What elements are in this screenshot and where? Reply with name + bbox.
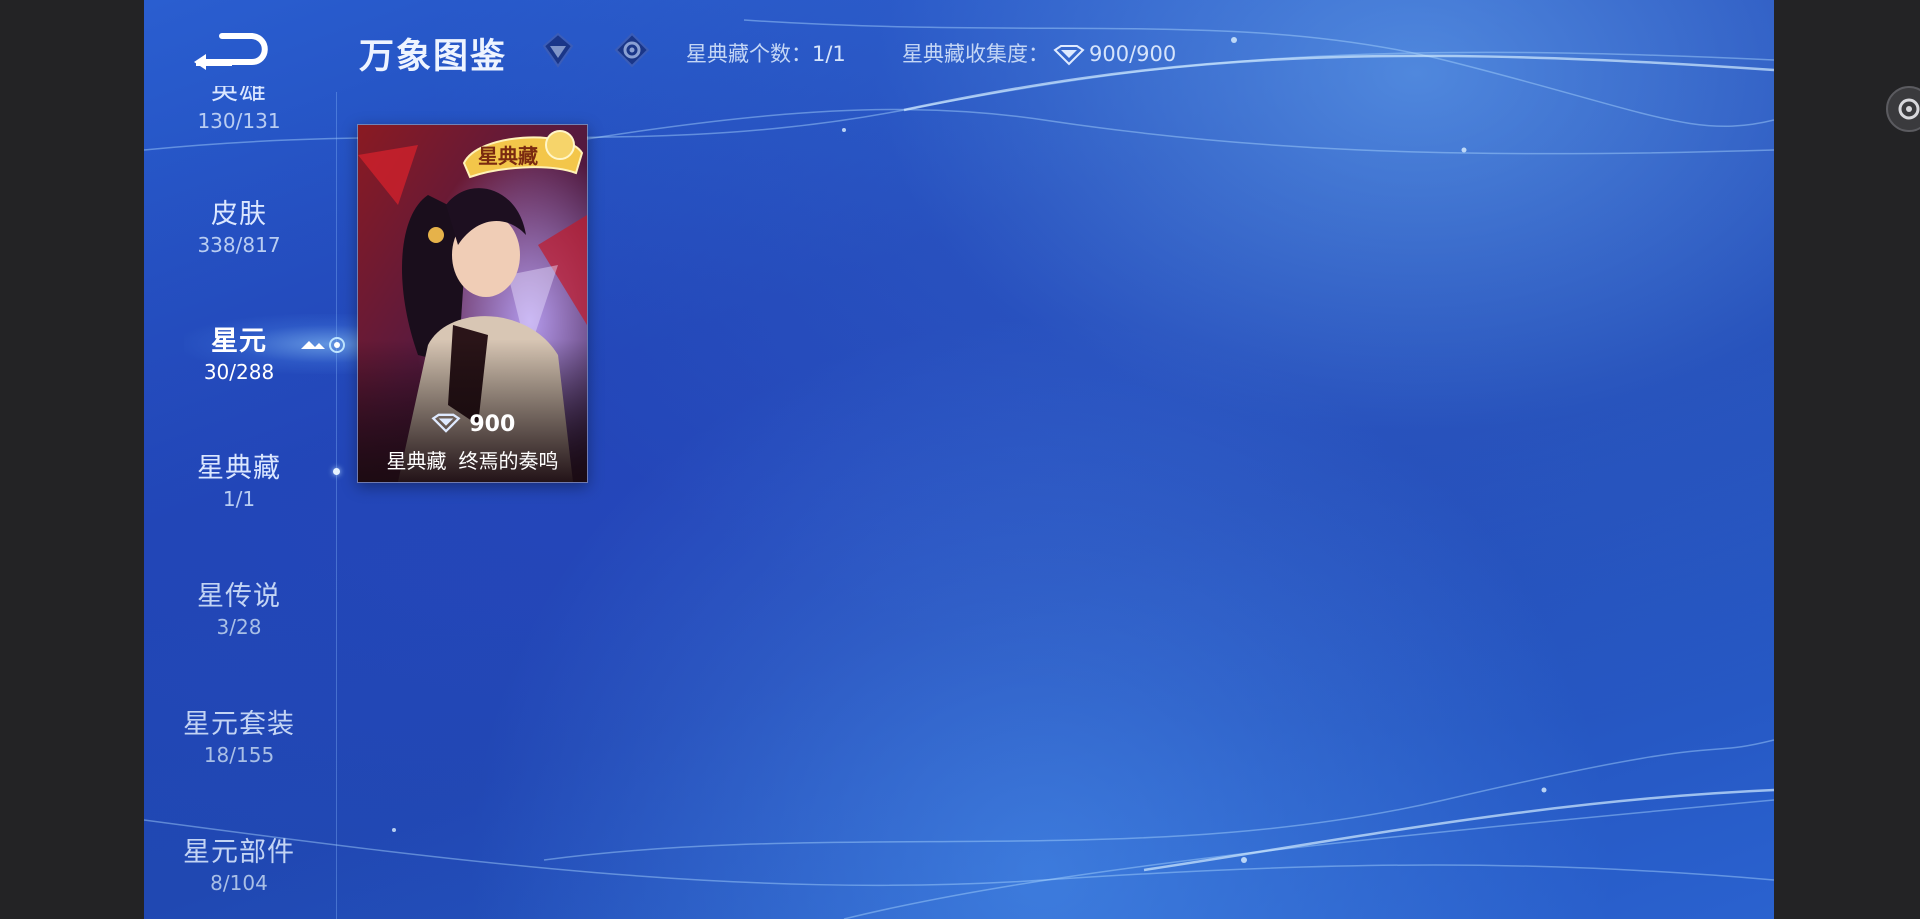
collection-count-stat: 星典藏个数：1/1 bbox=[686, 38, 846, 68]
sidebar-item-count: 18/155 bbox=[203, 743, 275, 767]
eye-filter-icon bbox=[614, 32, 650, 68]
sidebar-item-label: 星元 bbox=[211, 326, 267, 357]
card-name: 终焉的奏鸣 bbox=[458, 449, 559, 473]
collection-card[interactable]: 星典藏 900 星典藏 终焉的奏鸣 bbox=[357, 124, 588, 483]
sidebar-item-label: 英雄 bbox=[211, 75, 267, 106]
sidebar-item-count: 130/131 bbox=[197, 109, 281, 133]
sidebar-item-count: 3/28 bbox=[216, 615, 262, 639]
sidebar-item-label: 星元套装 bbox=[183, 709, 295, 740]
gem-icon bbox=[1053, 45, 1085, 66]
diamond-filter-icon bbox=[542, 32, 574, 68]
stat-value: 1/1 bbox=[812, 42, 846, 66]
stat-label: 星典藏个数： bbox=[686, 42, 812, 66]
sidebar-item-star-element[interactable]: 星元 30/288 bbox=[144, 325, 334, 385]
back-icon bbox=[194, 33, 268, 70]
sidebar-item-star-parts[interactable]: 星元部件 8/104 bbox=[144, 836, 334, 896]
sidebar-item-label: 皮肤 bbox=[211, 199, 267, 230]
sidebar-item-count: 8/104 bbox=[210, 871, 268, 895]
settings-icon bbox=[1898, 98, 1920, 120]
sidebar-item-star-legend[interactable]: 星传说 3/28 bbox=[144, 580, 334, 640]
sidebar-item-count: 30/288 bbox=[203, 360, 275, 384]
game-screen: 万象图鉴 星典藏个数：1/1 星典藏收集度： 900/900 英雄 130/13… bbox=[144, 0, 1774, 919]
card-price: 900 bbox=[358, 412, 587, 437]
card-category: 星典藏 bbox=[386, 449, 447, 473]
back-button[interactable] bbox=[192, 26, 274, 70]
card-badge-label: 星典藏 bbox=[478, 144, 538, 168]
card-title: 星典藏 终焉的奏鸣 bbox=[358, 445, 587, 474]
gem-icon bbox=[431, 413, 461, 433]
diamond-filter-button[interactable] bbox=[538, 30, 578, 70]
sidebar-item-star-collection[interactable]: 星典藏 1/1 bbox=[144, 452, 334, 512]
sub-item-marker bbox=[333, 468, 340, 475]
sidebar-item-star-sets[interactable]: 星元套装 18/155 bbox=[144, 708, 334, 768]
sidebar-item-skins[interactable]: 皮肤 338/817 bbox=[144, 198, 334, 258]
left-letterbox bbox=[0, 0, 144, 919]
right-letterbox bbox=[1774, 0, 1920, 919]
sidebar: 英雄 130/131 皮肤 338/817 星元 30/288 星典藏 1/1 … bbox=[144, 76, 334, 919]
stat-label: 星典藏收集度： bbox=[902, 42, 1049, 66]
card-badge: 星典藏 bbox=[462, 130, 584, 179]
sidebar-item-count: 1/1 bbox=[222, 487, 256, 511]
sidebar-item-count: 338/817 bbox=[197, 233, 281, 257]
sidebar-item-label: 星典藏 bbox=[197, 453, 281, 484]
eye-filter-button[interactable] bbox=[612, 30, 652, 70]
sidebar-item-heroes[interactable]: 英雄 130/131 bbox=[144, 75, 334, 134]
floating-menu-button[interactable] bbox=[1886, 86, 1920, 132]
collection-degree-stat: 星典藏收集度： 900/900 bbox=[902, 38, 1176, 68]
page-title: 万象图鉴 bbox=[359, 37, 508, 77]
sidebar-item-label: 星传说 bbox=[197, 581, 281, 612]
sidebar-item-label: 星元部件 bbox=[183, 837, 295, 868]
stat-value: 900/900 bbox=[1089, 42, 1177, 66]
sidebar-divider bbox=[336, 92, 337, 919]
card-price-value: 900 bbox=[469, 412, 516, 437]
